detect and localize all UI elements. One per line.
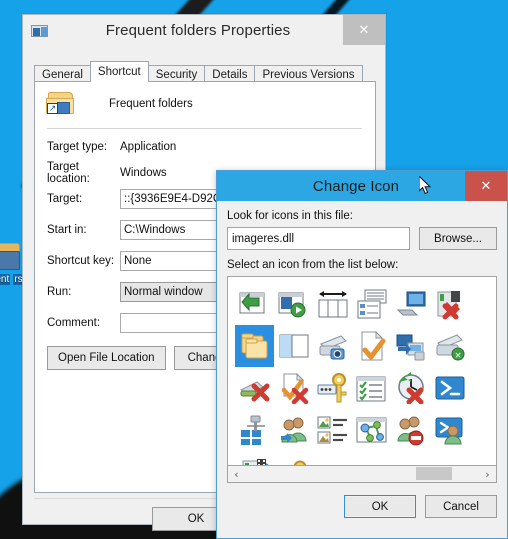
icon-cell-remove-scanner-icon[interactable] [235, 367, 274, 409]
field-label: Shortcut key: [47, 254, 115, 267]
shortcut-folder-icon: ↗ [46, 91, 76, 117]
desktop-icon-label-line1: ent [0, 274, 11, 285]
icon-cell-users-move-icon[interactable] [274, 409, 313, 451]
field-value: Windows [120, 166, 167, 179]
scrollbar-thumb[interactable] [416, 467, 452, 480]
icon-cell-powershell-user-icon[interactable] [430, 409, 469, 451]
list-details-icon [357, 289, 386, 319]
icon-cell-password-key-icon[interactable] [313, 367, 352, 409]
task-checklist-window-icon [356, 376, 385, 402]
resize-columns-icon [318, 291, 347, 318]
folders-stack-icon [241, 333, 267, 359]
icon-cell-document-check-remove-icon[interactable] [274, 367, 313, 409]
media-drive-icon [242, 459, 268, 465]
file-field-label: Look for icons in this file: [227, 210, 353, 222]
shortcut-header: ↗ Frequent folders [35, 82, 375, 117]
icon-list-label: Select an icon from the list below: [227, 259, 399, 271]
icon-cell-clock-remove-icon[interactable] [391, 367, 430, 409]
image-list-icon [317, 416, 347, 444]
icon-cell-folders-stack-icon[interactable] [235, 325, 274, 367]
field-value: Application [120, 140, 177, 153]
file-row: imageres.dll Browse... [227, 227, 497, 250]
media-window-play-icon [278, 292, 305, 318]
document-check-icon [361, 330, 385, 361]
icon-cell-powershell-icon[interactable] [430, 367, 469, 409]
powershell-user-icon [435, 417, 462, 445]
restore-window-icon [239, 292, 264, 314]
document-check-remove-icon [281, 372, 308, 404]
icon-cell-restore-window-icon[interactable] [235, 283, 274, 325]
scroll-left-icon[interactable]: ‹ [228, 468, 245, 481]
icon-cell-media-window-play-icon[interactable] [274, 283, 313, 325]
field-label: Target: [47, 192, 83, 205]
properties-title-bar[interactable]: Frequent folders Properties ✕ [23, 15, 385, 45]
divider [47, 128, 362, 129]
icon-list-horizontal-scrollbar[interactable]: ‹ › [227, 466, 497, 483]
icon-list[interactable]: × [227, 276, 497, 466]
field-label: Comment: [47, 316, 101, 329]
icon-cell-pin-windows-icon[interactable] [235, 409, 274, 451]
icon-cell-keys-icon[interactable] [274, 451, 313, 465]
users-move-icon [280, 417, 307, 443]
icon-cell-projector-screen-icon[interactable] [391, 283, 430, 325]
tab-shortcut[interactable]: Shortcut [89, 61, 149, 82]
icon-cell-remove-media-device-icon[interactable] [430, 283, 469, 325]
svg-text:×: × [454, 351, 462, 361]
icon-cell-printer-camera-icon[interactable] [313, 325, 352, 367]
shortcut-arrow-icon: ↗ [47, 103, 58, 114]
projector-screen-icon [396, 291, 425, 316]
remove-scanner-icon [239, 381, 269, 402]
shortcut-folder-icon [31, 22, 51, 39]
icon-cell-network-map-window-icon[interactable] [352, 409, 391, 451]
browse-button[interactable]: Browse... [419, 227, 497, 250]
icon-file-input[interactable]: imageres.dll [227, 227, 410, 250]
properties-tabstrip: General Shortcut Security Details Previo… [34, 61, 363, 84]
split-pane-icon [279, 334, 308, 358]
icon-cell-split-pane-icon[interactable] [274, 325, 313, 367]
mouse-cursor-icon [419, 176, 432, 195]
printer-camera-icon [319, 335, 347, 360]
close-icon[interactable]: ✕ [465, 171, 507, 201]
properties-window-title: Frequent folders Properties [105, 21, 291, 39]
icon-cell-resize-columns-icon[interactable] [313, 283, 352, 325]
remove-media-device-icon [437, 291, 460, 320]
printer-network-icon: × [436, 334, 464, 361]
icon-cell-printer-network-icon[interactable]: × [430, 325, 469, 367]
field-label: Run: [47, 285, 72, 298]
field-label: Start in: [47, 223, 87, 236]
users-block-icon [396, 416, 423, 446]
shortcut-name: Frequent folders [109, 98, 193, 110]
icon-cell-task-checklist-window-icon[interactable] [352, 367, 391, 409]
icon-grid: × [235, 283, 496, 465]
icon-cell-media-drive-icon[interactable] [235, 451, 274, 465]
change-icon-ok-button[interactable]: OK [344, 495, 416, 518]
scroll-right-icon[interactable]: › [479, 468, 496, 481]
field-label: Target location: [47, 160, 90, 185]
powershell-icon [435, 376, 464, 400]
dialog-button-row: OK Cancel [227, 495, 497, 518]
pin-windows-icon [240, 415, 265, 445]
icon-cell-document-check-icon[interactable] [352, 325, 391, 367]
network-map-window-icon [356, 417, 386, 443]
remote-device-icon [396, 334, 424, 361]
close-icon[interactable]: ✕ [343, 15, 385, 45]
change-icon-cancel-button[interactable]: Cancel [425, 495, 497, 518]
open-file-location-button[interactable]: Open File Location [47, 346, 166, 370]
password-key-icon [317, 373, 346, 403]
icon-cell-users-block-icon[interactable] [391, 409, 430, 451]
keys-icon [293, 460, 306, 465]
field-target-type: Target type: Application [47, 138, 375, 155]
icon-cell-list-details-icon[interactable] [352, 283, 391, 325]
change-icon-title-bar[interactable]: Change Icon ✕ [217, 171, 507, 201]
icon-cell-image-list-icon[interactable] [313, 409, 352, 451]
field-label: Target type: [47, 140, 108, 153]
change-icon-dialog: Change Icon ✕ Look for icons in this fil… [216, 170, 508, 539]
clock-remove-icon [397, 372, 424, 404]
icon-cell-remote-device-icon[interactable] [391, 325, 430, 367]
